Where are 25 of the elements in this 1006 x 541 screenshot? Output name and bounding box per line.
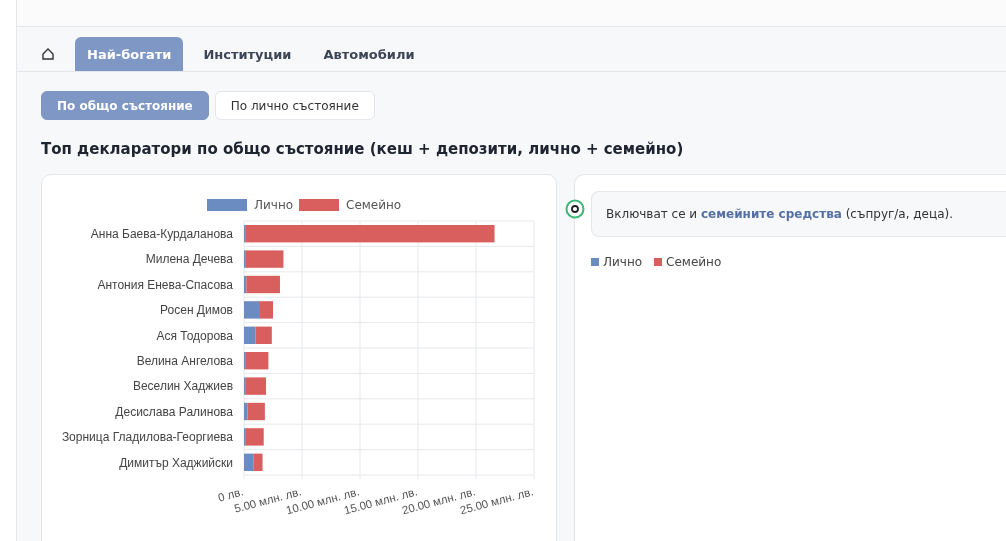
category-label: Зорница Гладилова-Георгиева [61, 430, 233, 445]
category-label: Десислава Ралинова [115, 404, 233, 419]
category-label: Димитър Хаджийски [119, 455, 233, 470]
category-label: Росен Димов [160, 303, 233, 318]
chart-heading: Топ декларатори по общо състояние (кеш + депозити, лично + семейно) [41, 140, 685, 158]
bar [244, 301, 260, 319]
bar [259, 301, 273, 319]
category-label: Велина Ангелова [136, 354, 233, 368]
legend-label: Лично [254, 198, 294, 212]
tick-label: 0 лв. [216, 485, 245, 504]
info-note: Включват се и семейните средства (съпруг/а, деца). [591, 191, 1006, 237]
tab[interactable]: Автомобили [311, 37, 427, 71]
legend-label: Лично [603, 255, 643, 269]
category-label: Милена Дечева [145, 252, 233, 267]
legend-label: Семейно [346, 198, 402, 212]
tab[interactable]: Институции [191, 37, 304, 71]
category-label: Анна Баева-Курдаланова [90, 227, 233, 241]
bar [244, 453, 254, 471]
bar [244, 326, 256, 344]
category-label: Веселин Хаджиев [132, 379, 233, 394]
category-label: Антония Енева-Спасова [97, 277, 233, 292]
category-label: Ася Тодорова [156, 328, 233, 343]
bar [253, 453, 263, 471]
filter-button[interactable]: По лично състояние [214, 91, 375, 120]
legend-label: Семейно [666, 255, 722, 269]
